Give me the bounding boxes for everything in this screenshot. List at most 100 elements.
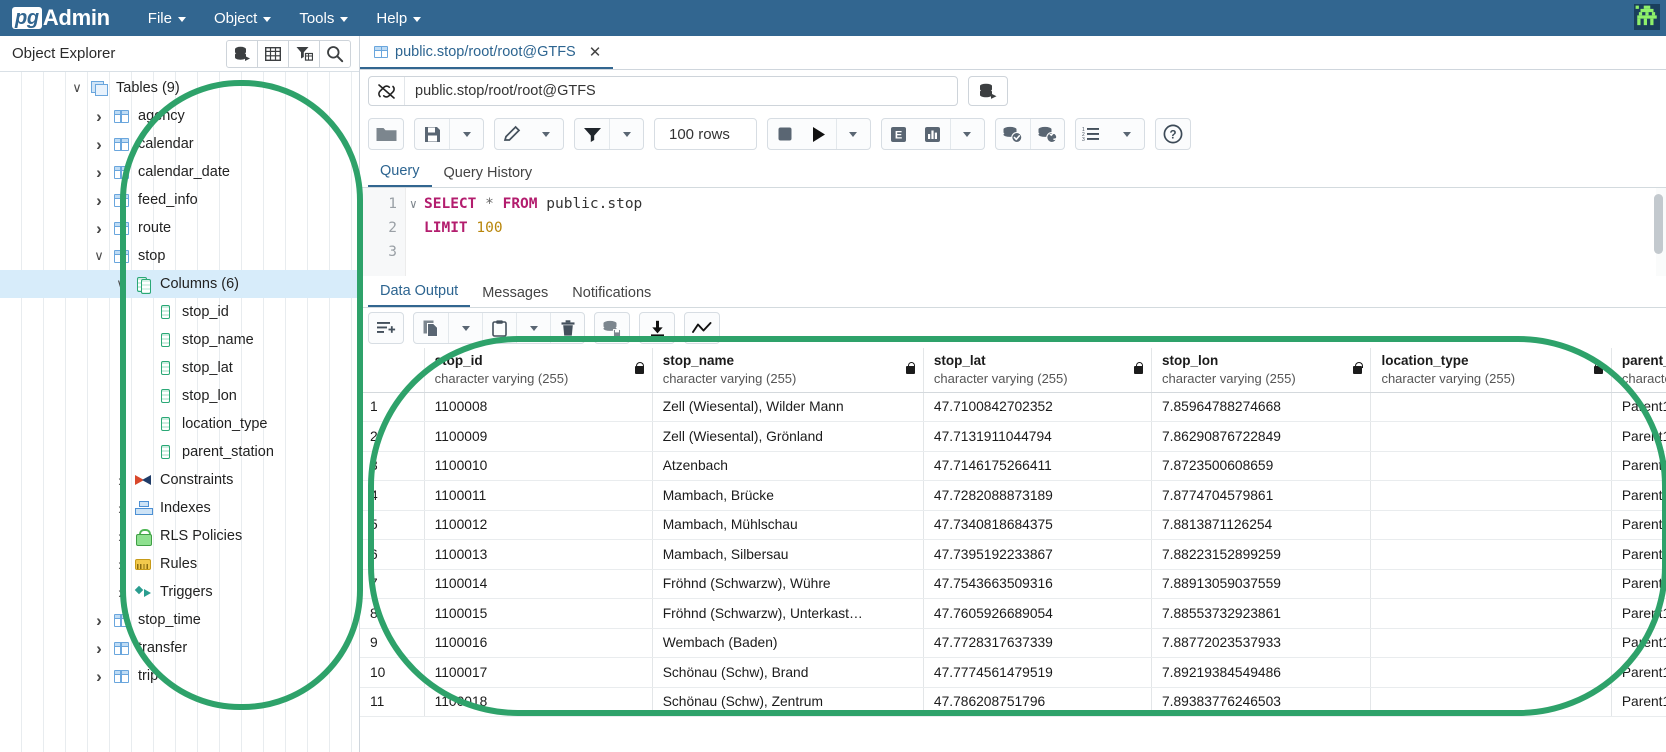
column-header-parent_station[interactable]: parent_station character varying (255) — [1611, 348, 1666, 393]
table-row[interactable]: 3 1100010 Atzenbach 47.7146175266411 7.87235… — [360, 451, 1666, 481]
chevron-right-icon[interactable] — [88, 136, 110, 153]
tree-item-feed-info[interactable]: feed_info — [0, 186, 359, 214]
query-tab[interactable]: public.stop/root/root@GTFS ✕ — [360, 36, 614, 69]
table-row[interactable]: 6 1100013 Mambach, Silbersau 47.73951922338… — [360, 539, 1666, 570]
cell-location_type[interactable] — [1370, 628, 1612, 658]
chevron-right-icon[interactable] — [88, 640, 110, 657]
chevron-right-icon[interactable] — [110, 584, 132, 601]
view-data-button[interactable] — [257, 39, 289, 68]
explain-analyze-button[interactable] — [916, 119, 950, 149]
cell-stop_lon[interactable]: 7.8723500608659 — [1151, 451, 1372, 481]
save-file-button[interactable] — [415, 119, 449, 149]
paste-button[interactable] — [482, 313, 516, 343]
download-csv-button[interactable] — [640, 313, 674, 343]
open-file-button[interactable] — [369, 119, 403, 149]
cell-parent_station[interactable]: Parent1100016 — [1611, 628, 1666, 658]
menu-file[interactable]: File — [134, 6, 200, 31]
cell-stop_lat[interactable]: 47.7340818684375 — [923, 510, 1153, 540]
tree-item-calendar-date[interactable]: calendar_date — [0, 158, 359, 186]
table-row[interactable]: 11 1100018 Schönau (Schw), Zentrum 47.78620… — [360, 687, 1666, 717]
tree-item-parent-station[interactable]: parent_station — [0, 438, 359, 466]
connection-input[interactable]: public.stop/root/root@GTFS — [368, 76, 958, 106]
cell-stop_lon[interactable]: 7.8774704579861 — [1151, 480, 1372, 511]
filter-button[interactable] — [288, 39, 320, 68]
menu-tools[interactable]: Tools — [285, 6, 362, 31]
table-row[interactable]: 8 1100015 Fröhnd (Schwarzw), Unterkast… 47.… — [360, 598, 1666, 629]
cell-stop_lat[interactable]: 47.7100842702352 — [923, 392, 1153, 422]
cell-stop_id[interactable]: 1100010 — [424, 451, 653, 481]
stop-query-button[interactable] — [768, 119, 802, 149]
cell-stop_name[interactable]: Wembach (Baden) — [652, 628, 924, 658]
chevron-right-icon[interactable] — [88, 668, 110, 685]
menu-object[interactable]: Object — [200, 6, 285, 31]
explain-options-dropdown[interactable] — [949, 119, 984, 149]
table-row[interactable]: 7 1100014 Fröhnd (Schwarzw), Wühre 47.75436… — [360, 569, 1666, 599]
chevron-right-icon[interactable] — [88, 612, 110, 629]
execute-query-button[interactable] — [802, 119, 836, 149]
tree-item-stop-lat[interactable]: stop_lat — [0, 354, 359, 382]
cell-stop_lon[interactable]: 7.89219384549486 — [1151, 657, 1372, 688]
tree-item-tables-9[interactable]: Tables (9) — [0, 74, 359, 102]
chevron-right-icon[interactable] — [110, 556, 132, 573]
chevron-down-icon[interactable] — [88, 249, 110, 263]
cell-stop_name[interactable]: Mambach, Mühlschau — [652, 510, 924, 540]
sql-editor[interactable]: 1 ∨ 2 3 SELECT * FROM public.stop LIMIT 100 — [360, 188, 1666, 276]
cell-stop_lat[interactable]: 47.7605926689054 — [923, 598, 1153, 629]
cell-stop_id[interactable]: 1100013 — [424, 539, 653, 570]
cell-location_type[interactable] — [1370, 451, 1612, 481]
table-row[interactable]: 5 1100012 Mambach, Mühlschau 47.73408186843… — [360, 510, 1666, 540]
chevron-down-icon[interactable] — [110, 277, 132, 291]
cell-parent_station[interactable]: Parent1100013 — [1611, 539, 1666, 570]
cell-location_type[interactable] — [1370, 539, 1612, 570]
cell-location_type[interactable] — [1370, 480, 1612, 511]
macros-dropdown[interactable] — [1110, 119, 1144, 149]
cell-location_type[interactable] — [1370, 421, 1612, 452]
macros-button[interactable]: 1 2 3 — [1076, 119, 1110, 149]
cell-location_type[interactable] — [1370, 657, 1612, 688]
tree-item-trip[interactable]: trip — [0, 662, 359, 690]
add-row-button[interactable] — [369, 313, 403, 343]
copy-options-dropdown[interactable] — [448, 313, 482, 343]
editor-tab-query[interactable]: Query — [368, 159, 432, 187]
tree-item-stop-time[interactable]: stop_time — [0, 606, 359, 634]
cell-stop_lat[interactable]: 47.7728317637339 — [923, 628, 1153, 658]
cell-stop_name[interactable]: Zell (Wiesental), Wilder Mann — [652, 392, 924, 422]
save-data-button[interactable] — [595, 313, 629, 343]
copy-button[interactable] — [414, 313, 448, 343]
cell-stop_id[interactable]: 1100015 — [424, 598, 653, 629]
edit-button[interactable] — [495, 119, 529, 149]
cell-stop_id[interactable]: 1100014 — [424, 569, 653, 599]
cell-parent_station[interactable]: Parent1100015 — [1611, 598, 1666, 629]
edit-options-dropdown[interactable] — [529, 119, 563, 149]
table-row[interactable]: 9 1100016 Wembach (Baden) 47.7728317637339 7… — [360, 628, 1666, 658]
cell-location_type[interactable] — [1370, 598, 1612, 629]
chevron-right-icon[interactable] — [110, 528, 132, 545]
save-options-dropdown[interactable] — [449, 119, 483, 149]
cell-stop_lat[interactable]: 47.7543663509316 — [923, 569, 1153, 599]
cell-parent_station[interactable]: Parent1100014 — [1611, 569, 1666, 599]
connection-database-button[interactable] — [968, 76, 1008, 106]
output-tab-data-output[interactable]: Data Output — [368, 279, 471, 307]
output-tab-notifications[interactable]: Notifications — [560, 281, 663, 307]
cell-stop_id[interactable]: 1100009 — [424, 421, 653, 452]
cell-stop_name[interactable]: Atzenbach — [652, 451, 924, 481]
table-row[interactable]: 4 1100011 Mambach, Brücke 47.7282088873189 7… — [360, 480, 1666, 511]
chevron-right-icon[interactable] — [110, 500, 132, 517]
column-header-stop_id[interactable]: stop_id character varying (255) — [424, 348, 653, 393]
cell-stop_lon[interactable]: 7.8813871126254 — [1151, 510, 1372, 540]
cell-stop_name[interactable]: Schönau (Schw), Brand — [652, 657, 924, 688]
data-grid[interactable]: stop_id character varying (255) stop_name c… — [360, 348, 1666, 752]
cell-stop_lat[interactable]: 47.7146175266411 — [923, 451, 1153, 481]
tree-item-indexes[interactable]: Indexes — [0, 494, 359, 522]
cell-stop_lat[interactable]: 47.7774561479519 — [923, 657, 1153, 688]
table-row[interactable]: 2 1100009 Zell (Wiesental), Grönland 47.713… — [360, 421, 1666, 452]
cell-location_type[interactable] — [1370, 569, 1612, 599]
tree-item-stop-id[interactable]: stop_id — [0, 298, 359, 326]
cell-stop_id[interactable]: 1100018 — [424, 687, 653, 717]
rollback-button[interactable] — [1029, 119, 1064, 149]
cell-parent_station[interactable]: Parent1100009 — [1611, 421, 1666, 452]
chevron-right-icon[interactable] — [88, 164, 110, 181]
tree-item-stop[interactable]: stop — [0, 242, 359, 270]
cell-stop_name[interactable]: Fröhnd (Schwarzw), Unterkast… — [652, 598, 924, 629]
column-header-stop_name[interactable]: stop_name character varying (255) — [652, 348, 924, 393]
